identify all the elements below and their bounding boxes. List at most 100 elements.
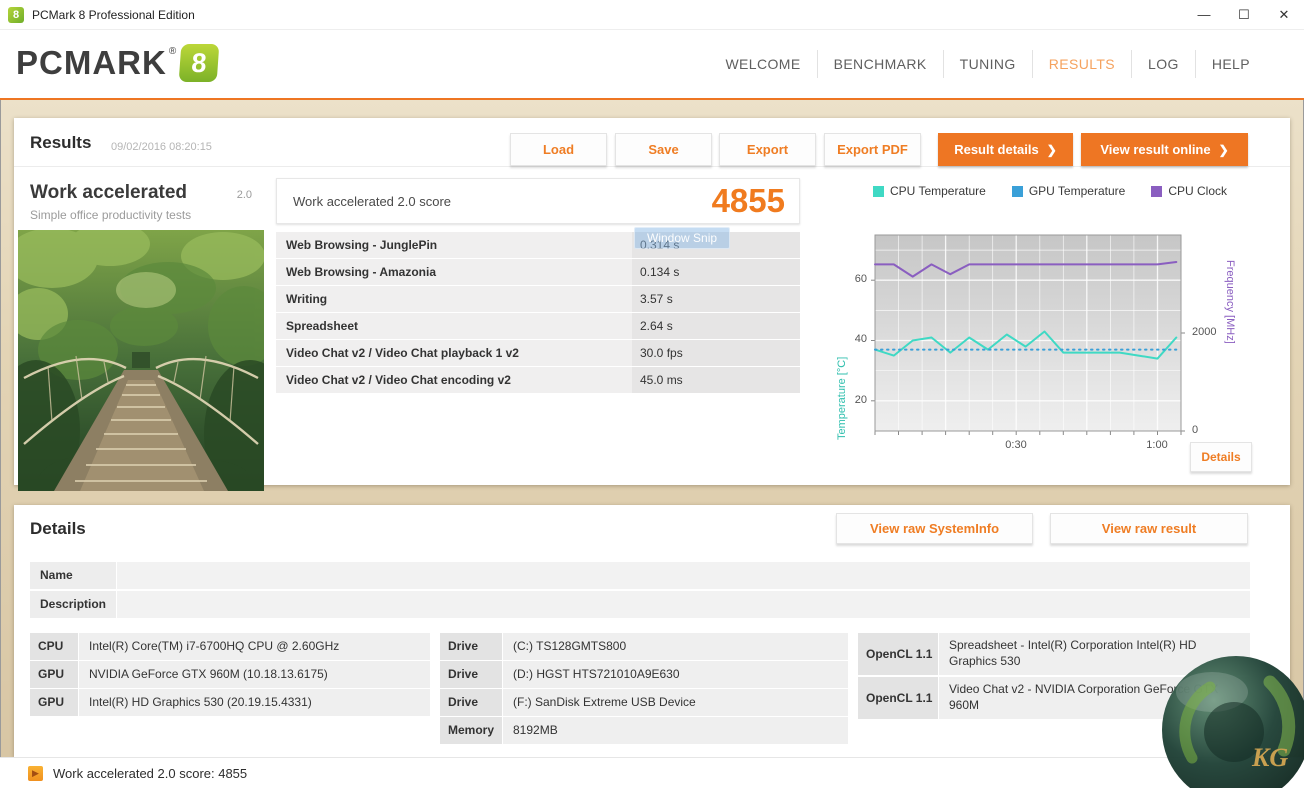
metrics-table: Web Browsing - JunglePin 0.314 s Web Bro… bbox=[276, 232, 800, 394]
chevron-right-icon: ❯ bbox=[1219, 143, 1229, 157]
row-label: GPU bbox=[30, 661, 78, 688]
kitguru-initials: KG bbox=[1251, 743, 1288, 772]
nav-welcome[interactable]: WELCOME bbox=[709, 50, 816, 78]
view-online-label: View result online bbox=[1100, 142, 1210, 157]
result-details-button[interactable]: Result details ❯ bbox=[938, 133, 1073, 166]
metric-label: Spreadsheet bbox=[276, 313, 632, 339]
close-button[interactable]: ✕ bbox=[1264, 0, 1304, 29]
view-result-online-button[interactable]: View result online ❯ bbox=[1081, 133, 1248, 166]
hardware-table: CPU Intel(R) Core(TM) i7-6700HQ CPU @ 2.… bbox=[30, 633, 430, 717]
results-title: Results bbox=[30, 133, 91, 153]
metric-label: Writing bbox=[276, 286, 632, 312]
test-subtitle: Simple office productivity tests bbox=[18, 208, 264, 230]
load-button[interactable]: Load bbox=[510, 133, 607, 166]
metric-value: 3.57 s bbox=[632, 286, 800, 312]
chart-legend: CPU Temperature GPU Temperature CPU Cloc… bbox=[810, 184, 1290, 198]
metric-value: 2.64 s bbox=[632, 313, 800, 339]
row-label: OpenCL 1.1 bbox=[858, 633, 938, 675]
chart-details-button[interactable]: Details bbox=[1190, 442, 1252, 472]
kitguru-watermark: KG bbox=[1160, 654, 1304, 788]
metric-row: Video Chat v2 / Video Chat encoding v2 4… bbox=[276, 367, 800, 393]
legend-label: CPU Temperature bbox=[890, 184, 986, 198]
window-title: PCMark 8 Professional Edition bbox=[32, 8, 195, 22]
legend-label: GPU Temperature bbox=[1029, 184, 1126, 198]
legend-label: CPU Clock bbox=[1168, 184, 1227, 198]
left-axis-title: Temperature [°C] bbox=[836, 260, 848, 440]
registered-mark: ® bbox=[169, 46, 176, 57]
metric-row: Web Browsing - Amazonia 0.134 s bbox=[276, 259, 800, 285]
name-value[interactable] bbox=[117, 562, 1250, 589]
metric-label: Video Chat v2 / Video Chat playback 1 v2 bbox=[276, 340, 632, 366]
footer-score-item[interactable]: ▶ Work accelerated 2.0 score: 4855 bbox=[28, 766, 247, 781]
row-value: Intel(R) Core(TM) i7-6700HQ CPU @ 2.60GH… bbox=[79, 633, 430, 660]
details-title: Details bbox=[30, 519, 86, 539]
legend-swatch bbox=[1151, 186, 1162, 197]
y-tick-right: 0 bbox=[1192, 424, 1228, 436]
table-row: Memory 8192MB bbox=[440, 717, 848, 744]
view-raw-result-button[interactable]: View raw result bbox=[1050, 513, 1248, 544]
nav-log[interactable]: LOG bbox=[1131, 50, 1195, 78]
logo-8-icon: 8 bbox=[179, 44, 220, 82]
table-row: CPU Intel(R) Core(TM) i7-6700HQ CPU @ 2.… bbox=[30, 633, 430, 660]
legend-item: GPU Temperature bbox=[1012, 184, 1126, 198]
y-tick-right: 2000 bbox=[1192, 326, 1228, 338]
test-name: Work accelerated bbox=[30, 182, 187, 204]
row-label: Drive bbox=[440, 661, 502, 688]
titlebar: 8 PCMark 8 Professional Edition — ☐ ✕ bbox=[0, 0, 1304, 30]
metric-label: Web Browsing - JunglePin bbox=[276, 232, 632, 258]
legend-swatch bbox=[873, 186, 884, 197]
metric-value: 45.0 ms bbox=[632, 367, 800, 393]
app-icon: 8 bbox=[8, 7, 24, 23]
description-value[interactable] bbox=[117, 591, 1250, 618]
row-value: Intel(R) HD Graphics 530 (20.19.15.4331) bbox=[79, 689, 430, 716]
jungle-bridge-image bbox=[18, 230, 264, 491]
metric-row: Video Chat v2 / Video Chat playback 1 v2… bbox=[276, 340, 800, 366]
footer-score-text: Work accelerated 2.0 score: 4855 bbox=[53, 766, 247, 781]
nav-results[interactable]: RESULTS bbox=[1032, 50, 1131, 78]
save-button[interactable]: Save bbox=[615, 133, 712, 166]
app-window: 8 PCMark 8 Professional Edition — ☐ ✕ PC… bbox=[0, 0, 1304, 788]
footer-bar: ▶ Work accelerated 2.0 score: 4855 bbox=[0, 757, 1304, 788]
view-raw-systeminfo-button[interactable]: View raw SystemInfo bbox=[836, 513, 1033, 544]
divider bbox=[14, 166, 1290, 167]
row-label: GPU bbox=[30, 689, 78, 716]
window-snip-tooltip: Window Snip bbox=[634, 227, 730, 249]
export-pdf-button[interactable]: Export PDF bbox=[824, 133, 921, 166]
description-row: Description bbox=[30, 591, 1250, 618]
expand-arrow-icon: ▶ bbox=[28, 766, 43, 781]
nav-benchmark[interactable]: BENCHMARK bbox=[817, 50, 943, 78]
row-label: Memory bbox=[440, 717, 502, 744]
maximize-button[interactable]: ☐ bbox=[1224, 0, 1264, 29]
table-row: Drive (C:) TS128GMTS800 bbox=[440, 633, 848, 660]
row-label: Drive bbox=[440, 633, 502, 660]
legend-swatch bbox=[1012, 186, 1023, 197]
metric-value: 0.134 s bbox=[632, 259, 800, 285]
result-details-label: Result details bbox=[954, 142, 1039, 157]
minimize-button[interactable]: — bbox=[1184, 0, 1224, 29]
row-value: (C:) TS128GMTS800 bbox=[503, 633, 848, 660]
table-row: Drive (D:) HGST HTS721010A9E630 bbox=[440, 661, 848, 688]
score-value: 4855 bbox=[712, 182, 799, 220]
export-button[interactable]: Export bbox=[719, 133, 816, 166]
pcmark-logo: PCMARK ® 8 bbox=[16, 44, 218, 82]
table-row: Drive (F:) SanDisk Extreme USB Device bbox=[440, 689, 848, 716]
app-header: PCMARK ® 8 WELCOME BENCHMARK TUNING RESU… bbox=[0, 30, 1304, 100]
row-value: NVIDIA GeForce GTX 960M (10.18.13.6175) bbox=[79, 661, 430, 688]
table-row: GPU NVIDIA GeForce GTX 960M (10.18.13.61… bbox=[30, 661, 430, 688]
nav-help[interactable]: HELP bbox=[1195, 50, 1266, 78]
metric-value: 30.0 fps bbox=[632, 340, 800, 366]
nav-tuning[interactable]: TUNING bbox=[943, 50, 1032, 78]
name-row: Name bbox=[30, 562, 1250, 589]
right-axis-title: Frequency [MHz] bbox=[1224, 260, 1236, 440]
score-label: Work accelerated 2.0 score bbox=[277, 194, 451, 209]
table-row: GPU Intel(R) HD Graphics 530 (20.19.15.4… bbox=[30, 689, 430, 716]
x-tick: 1:00 bbox=[1137, 439, 1177, 451]
monitoring-chart bbox=[870, 233, 1186, 439]
description-label: Description bbox=[30, 591, 116, 618]
metric-row: Spreadsheet 2.64 s bbox=[276, 313, 800, 339]
row-value: (F:) SanDisk Extreme USB Device bbox=[503, 689, 848, 716]
legend-item: CPU Clock bbox=[1151, 184, 1227, 198]
row-label: Drive bbox=[440, 689, 502, 716]
name-label: Name bbox=[30, 562, 116, 589]
storage-table: Drive (C:) TS128GMTS800 Drive (D:) HGST … bbox=[440, 633, 848, 745]
